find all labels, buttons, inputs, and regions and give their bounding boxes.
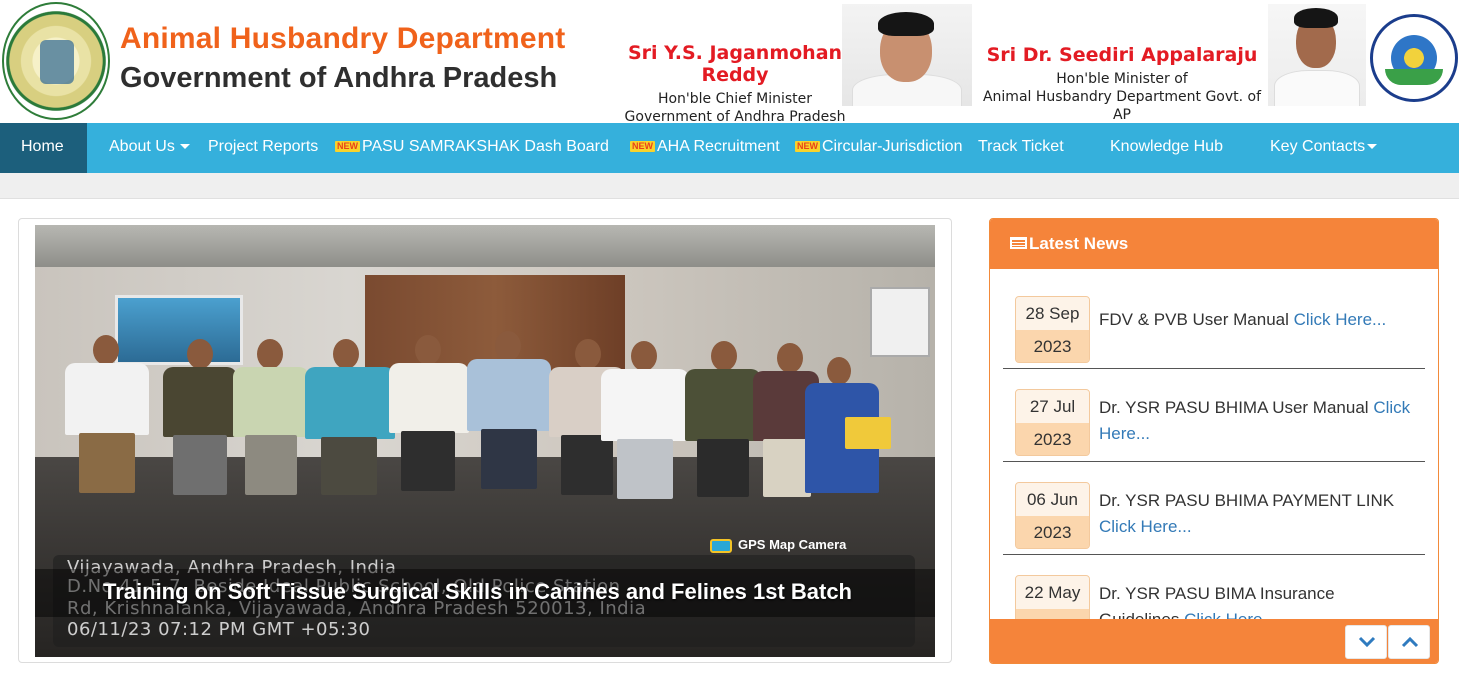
new-badge-icon: NEW: [630, 141, 655, 153]
geotag-line-4: 06/11/23 07:12 PM GMT +05:30: [67, 619, 371, 640]
news-date: 22 May 2023: [1015, 575, 1090, 619]
nav-aha-recruitment[interactable]: NEW AHA Recruitment: [630, 123, 780, 173]
nav-circular-jurisdiction-label: Circular-Jurisdiction: [822, 138, 963, 155]
camera-icon: [710, 538, 732, 553]
news-link[interactable]: Click Here...: [1294, 310, 1387, 329]
nav-pasu-samrakshak[interactable]: NEW PASU SAMRAKSHAK Dash Board: [335, 123, 609, 173]
scroll-down-button[interactable]: [1345, 625, 1387, 659]
minister-role-line1: Hon'ble Minister of: [1056, 71, 1188, 87]
government-title: Government of Andhra Pradesh: [120, 62, 558, 94]
news-item: 22 May 2023 Dr. YSR PASU BIMA Insurance …: [1003, 555, 1425, 619]
news-date-day: 22 May: [1016, 576, 1089, 609]
wall-poster: [115, 295, 243, 365]
site-header: Animal Husbandry Department Government o…: [0, 0, 1459, 126]
news-text: Dr. YSR PASU BHIMA User Manual Click Her…: [1099, 395, 1419, 447]
news-text: Dr. YSR PASU BHIMA PAYMENT LINK Click He…: [1099, 488, 1419, 540]
latest-news-header: Latest News: [990, 219, 1438, 269]
chief-minister-role-line1: Hon'ble Chief Minister: [657, 91, 813, 107]
scroll-up-button[interactable]: [1388, 625, 1430, 659]
news-item: 06 Jun 2023 Dr. YSR PASU BHIMA PAYMENT L…: [1003, 462, 1425, 555]
news-date: 06 Jun 2023: [1015, 482, 1090, 549]
nav-key-contacts[interactable]: Key Contacts: [1270, 123, 1378, 173]
nav-home[interactable]: Home: [0, 123, 87, 173]
slider-image[interactable]: GPS Map Camera Vijayawada, Andhra Prades…: [35, 225, 935, 657]
newspaper-icon: [1010, 236, 1027, 249]
ap-government-seal-icon: [2, 2, 110, 120]
nav-about-us[interactable]: About Us: [109, 123, 190, 173]
news-link[interactable]: Click Here...: [1184, 610, 1277, 619]
animal-husbandry-logo-icon: [1370, 14, 1458, 102]
gps-camera-label: GPS Map Camera: [738, 537, 847, 552]
news-date-day: 28 Sep: [1016, 297, 1089, 330]
minister-name: Sri Dr. Seediri Appalaraju: [986, 44, 1258, 66]
news-text: FDV & PVB User Manual Click Here...: [1099, 307, 1419, 333]
news-date-day: 06 Jun: [1016, 483, 1089, 516]
department-title: Animal Husbandry Department: [120, 22, 566, 55]
nav-pasu-samrakshak-label: PASU SAMRAKSHAK Dash Board: [362, 138, 609, 155]
news-title: Dr. YSR PASU BHIMA PAYMENT LINK: [1099, 491, 1395, 510]
news-controls: [990, 619, 1438, 663]
image-slider-panel: GPS Map Camera Vijayawada, Andhra Prades…: [18, 218, 952, 663]
caret-down-icon: [1367, 144, 1378, 150]
chief-minister-block: Sri Y.S. Jaganmohan Reddy Hon'ble Chief …: [620, 42, 850, 126]
news-date: 28 Sep 2023: [1015, 296, 1090, 363]
new-badge-icon: NEW: [335, 141, 360, 153]
minister-photo: [1268, 4, 1366, 106]
news-date-year: 2023: [1016, 330, 1089, 362]
news-text: Dr. YSR PASU BIMA Insurance Guidelines C…: [1099, 581, 1419, 619]
nav-track-ticket[interactable]: Track Ticket: [978, 123, 1064, 173]
news-date: 27 Jul 2023: [1015, 389, 1090, 456]
chevron-down-icon: [1358, 636, 1376, 648]
latest-news-panel: Latest News 28 Sep 2023 FDV & PVB User M…: [989, 218, 1439, 664]
nav-project-reports[interactable]: Project Reports: [208, 123, 318, 173]
slide-caption: Training on Soft Tissue Surgical Skills …: [103, 579, 852, 604]
news-date-year: 2023: [1016, 609, 1089, 619]
minister-role-line2: Animal Husbandry Department Govt. of AP: [982, 89, 1262, 123]
chevron-up-icon: [1401, 636, 1419, 648]
news-date-day: 27 Jul: [1016, 390, 1089, 423]
chief-minister-name: Sri Y.S. Jaganmohan Reddy: [627, 42, 843, 86]
news-item: 27 Jul 2023 Dr. YSR PASU BHIMA User Manu…: [1003, 369, 1425, 462]
new-badge-icon: NEW: [795, 141, 820, 153]
latest-news-title: Latest News: [1029, 234, 1129, 253]
chief-minister-role: Hon'ble Chief Minister Government of And…: [620, 90, 850, 126]
nav-key-contacts-label: Key Contacts: [1270, 138, 1366, 155]
news-title: Dr. YSR PASU BHIMA User Manual: [1099, 398, 1369, 417]
caret-down-icon: [179, 144, 190, 150]
minister-role: Hon'ble Minister of Animal Husbandry Dep…: [972, 70, 1272, 124]
news-date-year: 2023: [1016, 516, 1089, 548]
gps-camera-watermark: GPS Map Camera: [710, 537, 846, 553]
notice-board: [870, 287, 930, 357]
news-title: FDV & PVB User Manual: [1099, 310, 1289, 329]
news-item: 28 Sep 2023 FDV & PVB User Manual Click …: [1003, 276, 1425, 369]
main-navigation: Home About Us Project Reports NEW PASU SA…: [0, 123, 1459, 173]
sub-navigation-strip: [0, 173, 1459, 199]
news-date-year: 2023: [1016, 423, 1089, 455]
animal-husbandry-minister-block: Sri Dr. Seediri Appalaraju Hon'ble Minis…: [972, 44, 1272, 124]
news-link[interactable]: Click Here...: [1099, 517, 1192, 536]
news-list[interactable]: 28 Sep 2023 FDV & PVB User Manual Click …: [990, 269, 1438, 619]
nav-knowledge-hub[interactable]: Knowledge Hub: [1110, 123, 1223, 173]
nav-about-us-label: About Us: [109, 138, 175, 155]
nav-circular-jurisdiction[interactable]: NEW Circular-Jurisdiction: [795, 123, 962, 173]
chief-minister-photo: [842, 4, 972, 106]
nav-aha-recruitment-label: AHA Recruitment: [657, 138, 780, 155]
